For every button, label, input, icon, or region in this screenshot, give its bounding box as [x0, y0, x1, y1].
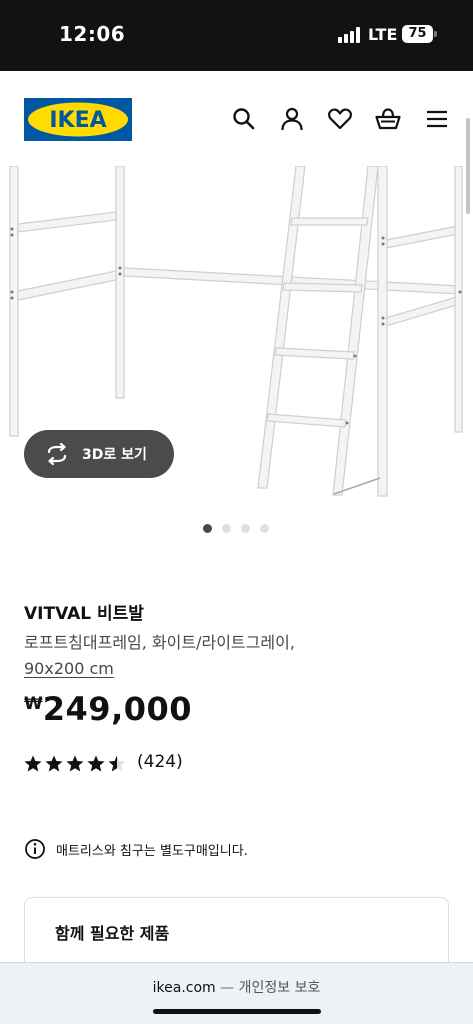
product-size-link[interactable]: 90x200 cm	[24, 659, 114, 678]
battery-icon: 75	[402, 25, 433, 43]
notice-text: 매트리스와 침구는 별도구매입니다.	[56, 844, 248, 859]
network-label: LTE	[368, 25, 398, 44]
status-time: 12:06	[59, 22, 126, 46]
star-half-icon	[108, 755, 126, 772]
site-header: IKEA	[0, 71, 473, 166]
product-price: ₩249,000	[24, 690, 192, 728]
logo-text: IKEA	[49, 108, 106, 133]
browser-separator: —	[220, 980, 235, 996]
price-amount: 249,000	[42, 690, 193, 728]
price-currency: ₩	[24, 694, 43, 714]
search-icon[interactable]	[231, 106, 257, 132]
star-full-icon	[24, 755, 42, 772]
account-icon[interactable]	[279, 106, 305, 132]
view-3d-button[interactable]: 3D로 보기	[24, 430, 174, 478]
rating-link[interactable]: (424)	[24, 752, 224, 774]
info-icon	[25, 839, 45, 859]
view-3d-label: 3D로 보기	[82, 447, 147, 463]
signal-icon	[338, 27, 362, 43]
home-indicator[interactable]	[153, 1009, 321, 1014]
privacy-label: 개인정보 보호	[238, 980, 321, 996]
basket-icon[interactable]	[375, 106, 401, 132]
heart-icon[interactable]	[327, 106, 353, 132]
status-bar: 12:06 LTE 75	[0, 0, 473, 71]
star-full-icon	[66, 755, 84, 772]
menu-icon[interactable]	[424, 106, 450, 132]
rotate-3d-icon	[47, 442, 67, 466]
carousel-dot[interactable]	[260, 524, 269, 533]
carousel-dot[interactable]	[241, 524, 250, 533]
star-full-icon	[45, 755, 63, 772]
carousel-dot[interactable]	[203, 524, 212, 533]
ikea-logo[interactable]: IKEA	[24, 98, 132, 141]
review-count: (424)	[137, 752, 183, 772]
mattress-notice: 매트리스와 침구는 별도구매입니다.	[24, 838, 444, 860]
browser-bottom-bar: ikea.com — 개인정보 보호	[0, 962, 473, 1024]
carousel-dots	[203, 524, 283, 534]
product-description: 로프트침대프레임, 화이트/라이트그레이,	[24, 633, 295, 652]
browser-domain: ikea.com	[152, 980, 216, 996]
battery-tip	[434, 31, 437, 37]
star-full-icon	[87, 755, 105, 772]
product-name: VITVAL 비트발	[24, 604, 144, 624]
related-products-title: 함께 필요한 제품	[55, 924, 170, 943]
browser-address[interactable]: ikea.com — 개인정보 보호	[0, 977, 473, 997]
carousel-dot[interactable]	[222, 524, 231, 533]
